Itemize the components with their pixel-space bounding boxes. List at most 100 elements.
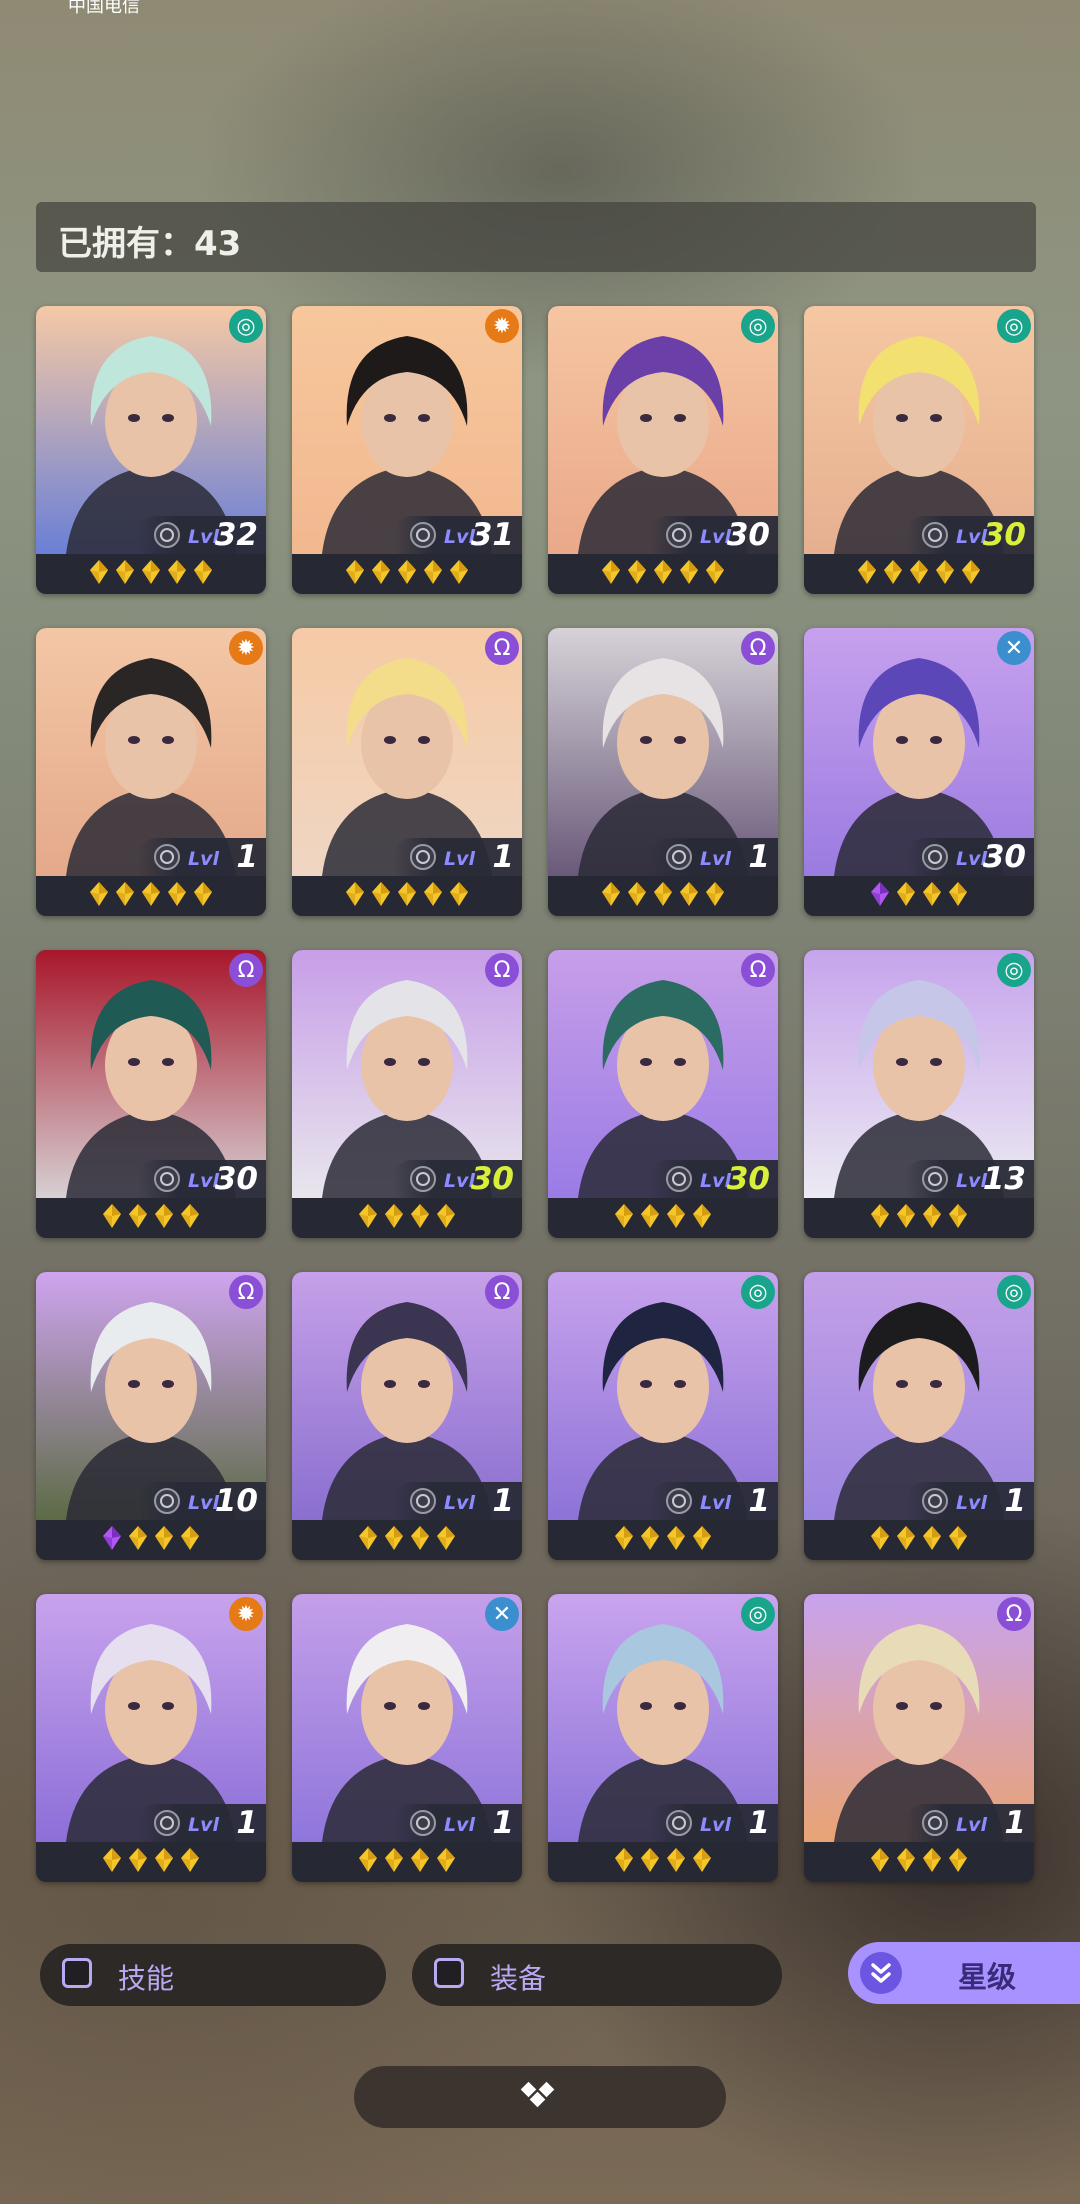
hero-card[interactable]: Ω Lvl 30 [548, 950, 778, 1238]
gold-star-gem-icon [641, 1526, 659, 1554]
level-label: Lvl [444, 848, 476, 870]
gold-star-gem-icon [129, 1848, 147, 1876]
omega-icon: Ω [485, 1275, 519, 1309]
level-value: 30 [214, 1161, 258, 1197]
gold-star-gem-icon [667, 1526, 685, 1554]
hero-card[interactable]: Ω Lvl 1 [292, 1272, 522, 1560]
gold-star-gem-icon [181, 1848, 199, 1876]
level-value: 1 [236, 1805, 258, 1841]
gold-star-gem-icon [385, 1526, 403, 1554]
hero-card[interactable]: ◎ Lvl 30 [804, 306, 1034, 594]
level-plate: Lvl 30 [650, 1160, 778, 1198]
level-value: 1 [492, 839, 514, 875]
hero-card[interactable]: Ω Lvl 1 [548, 628, 778, 916]
level-plate: Lvl 1 [906, 1804, 1034, 1842]
star-rating [292, 1198, 522, 1238]
owned-count-text: 已拥有：43 [58, 216, 241, 265]
gold-star-gem-icon [910, 560, 928, 588]
gold-star-gem-icon [155, 1204, 173, 1232]
gold-star-gem-icon [693, 1526, 711, 1554]
equipment-checkbox[interactable] [434, 1958, 464, 1988]
gold-star-gem-icon [346, 882, 364, 910]
spiral-icon: ◎ [741, 1275, 775, 1309]
star-rating [292, 1520, 522, 1560]
star-rating [292, 1842, 522, 1882]
skill-checkbox[interactable] [62, 1958, 92, 1988]
level-plate: Lvl 1 [394, 1804, 522, 1842]
level-plate: Lvl 32 [138, 516, 266, 554]
level-value: 1 [1004, 1483, 1026, 1519]
gold-star-gem-icon [142, 560, 160, 588]
collapse-panel-button[interactable] [354, 2066, 726, 2128]
sort-by-star-button[interactable]: 星级 [848, 1942, 1080, 2004]
hero-card[interactable]: ◎ Lvl 1 [804, 1272, 1034, 1560]
hero-card[interactable]: Ω Lvl 1 [804, 1594, 1034, 1882]
role-icon [666, 522, 692, 548]
gold-star-gem-icon [871, 1204, 889, 1232]
gold-star-gem-icon [411, 1848, 429, 1876]
hero-card[interactable]: Ω Lvl 1 [292, 628, 522, 916]
gold-star-gem-icon [871, 1848, 889, 1876]
role-icon [154, 1810, 180, 1836]
hero-card[interactable]: ◎ Lvl 32 [36, 306, 266, 594]
gold-star-gem-icon [949, 882, 967, 910]
level-plate: Lvl 30 [394, 1160, 522, 1198]
gold-star-gem-icon [398, 560, 416, 588]
gold-star-gem-icon [385, 1848, 403, 1876]
omega-icon: Ω [741, 631, 775, 665]
star-rating [804, 1198, 1034, 1238]
gold-star-gem-icon [181, 1526, 199, 1554]
gold-star-gem-icon [155, 1848, 173, 1876]
level-plate: Lvl 1 [650, 1482, 778, 1520]
level-label: Lvl [188, 1814, 220, 1836]
role-icon [410, 844, 436, 870]
level-plate: Lvl 13 [906, 1160, 1034, 1198]
star-rating [804, 1842, 1034, 1882]
level-plate: Lvl 30 [650, 516, 778, 554]
gold-star-gem-icon [949, 1204, 967, 1232]
gold-star-gem-icon [923, 1204, 941, 1232]
gold-star-gem-icon [359, 1848, 377, 1876]
hero-card[interactable]: ✹ Lvl 31 [292, 306, 522, 594]
star-rating [804, 1520, 1034, 1560]
level-value: 1 [1004, 1805, 1026, 1841]
star-rating [36, 1842, 266, 1882]
level-plate: Lvl 30 [906, 838, 1034, 876]
gold-star-gem-icon [450, 560, 468, 588]
gold-star-gem-icon [641, 1204, 659, 1232]
hero-card[interactable]: ✕ Lvl 1 [292, 1594, 522, 1882]
gold-star-gem-icon [654, 560, 672, 588]
gold-star-gem-icon [168, 560, 186, 588]
gold-star-gem-icon [181, 1204, 199, 1232]
gold-star-gem-icon [602, 560, 620, 588]
hero-card[interactable]: ◎ Lvl 30 [548, 306, 778, 594]
level-label: Lvl [700, 1492, 732, 1514]
status-bar: 中国电信 [0, 0, 1080, 14]
gear-icon: ✹ [229, 1597, 263, 1631]
hero-card[interactable]: Ω Lvl 10 [36, 1272, 266, 1560]
hero-card[interactable]: ✹ Lvl 1 [36, 628, 266, 916]
gold-star-gem-icon [90, 560, 108, 588]
equipment-toggle[interactable]: 装备 [412, 1944, 782, 2006]
hero-card[interactable]: ◎ Lvl 13 [804, 950, 1034, 1238]
owned-count-bar: 已拥有：43 [36, 202, 1036, 272]
spiral-icon: ◎ [229, 309, 263, 343]
hero-card[interactable]: Ω Lvl 30 [292, 950, 522, 1238]
level-plate: Lvl 30 [906, 516, 1034, 554]
gold-star-gem-icon [949, 1526, 967, 1554]
gold-star-gem-icon [897, 1204, 915, 1232]
level-label: Lvl [956, 1492, 988, 1514]
hero-card[interactable]: ✹ Lvl 1 [36, 1594, 266, 1882]
role-icon [922, 522, 948, 548]
gold-star-gem-icon [858, 560, 876, 588]
hero-card[interactable]: Ω Lvl 30 [36, 950, 266, 1238]
spiral-icon: ◎ [741, 309, 775, 343]
gold-star-gem-icon [437, 1204, 455, 1232]
skill-toggle[interactable]: 技能 [40, 1944, 386, 2006]
hero-card[interactable]: ◎ Lvl 1 [548, 1272, 778, 1560]
hero-card[interactable]: ✕ Lvl 30 [804, 628, 1034, 916]
gold-star-gem-icon [129, 1526, 147, 1554]
hero-card[interactable]: ◎ Lvl 1 [548, 1594, 778, 1882]
gold-star-gem-icon [706, 560, 724, 588]
spiral-icon: ◎ [997, 953, 1031, 987]
